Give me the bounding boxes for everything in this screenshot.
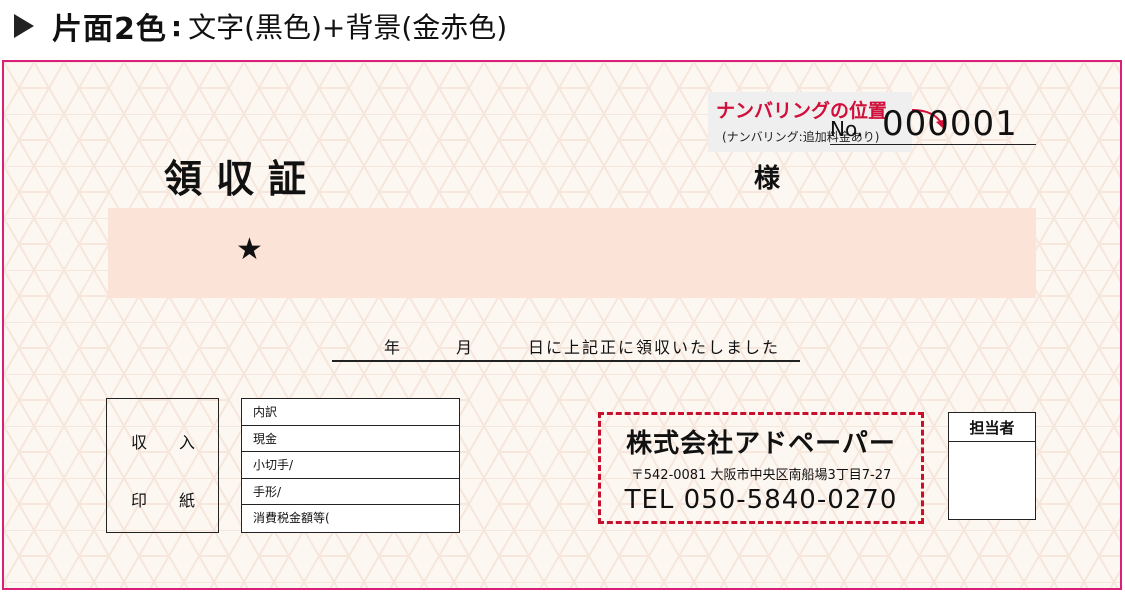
breakdown-row: 内訳	[242, 399, 459, 426]
company-info-box: 株式会社アドペーパー 〒542-0081 大阪市中央区南船場3丁目7-27 TE…	[598, 412, 924, 524]
honorific-label: 様	[754, 164, 781, 194]
number-label: No.	[830, 117, 864, 141]
staff-label: 担当者	[949, 413, 1035, 442]
company-tel: TEL 050-5840-0270	[624, 485, 898, 515]
header-title-detail: 文字(黒色)+背景(金赤色)	[188, 11, 508, 44]
header-colon: :	[170, 9, 183, 43]
number-value: 000001	[882, 104, 1018, 144]
header-title-main: 片面2色	[52, 12, 167, 47]
stamp-label-line1: 収 入	[131, 433, 196, 452]
receipt-sheet: ナンバリングの位置 (ナンバリング:追加料金あり) No. 000001 領収証…	[2, 60, 1122, 590]
date-line: 年 月 日に上記正に領収いたしました	[332, 334, 800, 362]
company-name: 株式会社アドペーパー	[626, 429, 896, 459]
breakdown-row: 手形/	[242, 478, 459, 506]
revenue-stamp-box: 収 入 印 紙	[106, 398, 219, 533]
page-header: 片面2色 : 文字(黒色)+背景(金赤色)	[14, 4, 507, 48]
number-underline	[830, 144, 1036, 145]
receipt-title: 領収証	[164, 157, 321, 201]
play-triangle-icon	[14, 14, 34, 38]
breakdown-row: 現金	[242, 425, 459, 453]
star-icon: ★	[236, 232, 263, 267]
breakdown-row: 消費税金額等(	[242, 505, 459, 532]
amount-band: ★	[108, 208, 1036, 298]
company-address: 〒542-0081 大阪市中央区南船場3丁目7-27	[630, 468, 892, 483]
breakdown-table: 内訳 現金 小切手/ 手形/ 消費税金額等(	[241, 398, 460, 533]
breakdown-row: 小切手/	[242, 452, 459, 479]
stamp-label-line2: 印 紙	[131, 491, 196, 510]
date-line-text: 年 月 日に上記正に領収いたしました	[384, 338, 781, 357]
staff-box: 担当者	[948, 412, 1036, 520]
